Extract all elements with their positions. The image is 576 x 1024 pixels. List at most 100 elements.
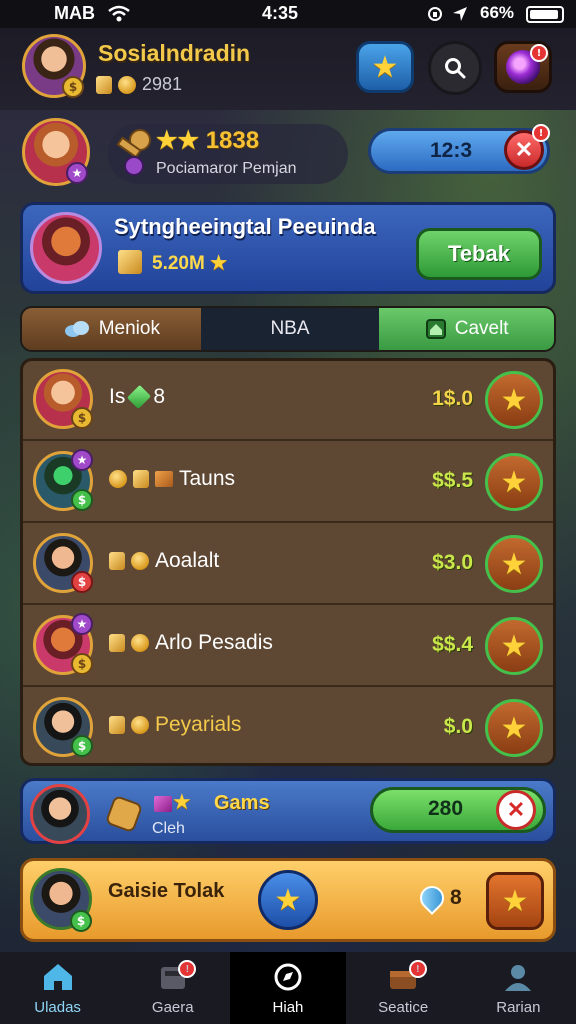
tab-nba[interactable]: NBA bbox=[200, 308, 380, 350]
coin-icon bbox=[131, 716, 149, 734]
gems-value: 280 bbox=[428, 797, 464, 820]
nav-item-home[interactable]: Uladas bbox=[0, 952, 115, 1024]
star-icon: ★ bbox=[274, 882, 302, 918]
banner-avatar bbox=[30, 212, 102, 284]
tab-cavelt[interactable]: Cavelt bbox=[379, 308, 554, 350]
tab-label: Meniok bbox=[98, 318, 160, 339]
list-item-name: Is 8 bbox=[109, 384, 166, 410]
cloud-icon bbox=[64, 321, 89, 337]
list-item-label: Is bbox=[109, 385, 126, 408]
coin-count: 2981 bbox=[142, 74, 183, 94]
star-icon: ★ bbox=[501, 883, 529, 919]
list-item-price: $.0 bbox=[443, 715, 473, 738]
nav-label: Uladas bbox=[34, 999, 81, 1016]
gems-subtitle: Cleh bbox=[152, 820, 185, 837]
list-item-label: Arlo Pesadis bbox=[155, 631, 273, 654]
tab-meniok[interactable]: Meniok bbox=[22, 308, 201, 350]
list-item-price: $3.0 bbox=[432, 551, 473, 574]
treasure-icon bbox=[133, 470, 149, 488]
favorites-button[interactable]: ★ bbox=[356, 41, 414, 93]
favorite-button[interactable]: ★ bbox=[485, 371, 543, 429]
list-item[interactable]: ★ $ Arlo Pesadis $$.4 ★ bbox=[23, 607, 553, 687]
online-badge-icon: $ bbox=[70, 910, 92, 932]
nav-item-seatice[interactable]: ! Seatice bbox=[346, 952, 461, 1024]
total-count-value: 8 bbox=[450, 886, 462, 909]
banner-title: Sytngheeingtal Peeuinda bbox=[114, 214, 376, 239]
star-icon: ★ bbox=[500, 464, 528, 500]
online-badge-icon: $ bbox=[71, 489, 93, 511]
notification-dot: ! bbox=[178, 960, 197, 978]
coin-icon bbox=[131, 552, 149, 570]
category-tabs: Meniok NBA Cavelt bbox=[20, 306, 556, 352]
treasure-icon bbox=[109, 634, 125, 652]
tab-label: Cavelt bbox=[454, 318, 509, 339]
notification-dot: ! bbox=[530, 44, 548, 62]
list-item[interactable]: $ Peyarials $.0 ★ bbox=[23, 689, 553, 763]
search-button[interactable] bbox=[428, 41, 482, 95]
home-box-icon bbox=[425, 319, 446, 339]
gems-title: Gams bbox=[214, 792, 270, 814]
nav-item-hiah[interactable]: Hiah bbox=[230, 952, 346, 1024]
scroll-icon bbox=[106, 796, 142, 832]
tebak-button[interactable]: Tebak bbox=[416, 228, 542, 280]
total-count: 8 bbox=[415, 881, 462, 915]
coin-badge-icon: $ bbox=[71, 407, 93, 429]
treasure-icon bbox=[96, 75, 112, 94]
rank-badge-icon: ★ bbox=[66, 162, 88, 184]
gem-icon bbox=[127, 384, 152, 410]
list-item-name: Tauns bbox=[109, 467, 235, 491]
crate-icon bbox=[155, 471, 173, 487]
battery-icon bbox=[526, 6, 564, 23]
water-drop-icon bbox=[415, 881, 449, 915]
total-favorite-button[interactable]: ★ bbox=[486, 872, 544, 930]
list-item-name: Arlo Pesadis bbox=[109, 631, 273, 655]
clock: 4:35 bbox=[262, 3, 299, 23]
star-icon: ★ bbox=[500, 382, 528, 418]
coin-balance: 2981 bbox=[96, 74, 182, 95]
coin-badge-icon: $ bbox=[62, 76, 84, 98]
wifi-icon bbox=[108, 5, 130, 22]
list-item-extra: 8 bbox=[153, 385, 166, 408]
treasure-icon bbox=[109, 552, 125, 570]
favorite-button[interactable]: ★ bbox=[485, 617, 543, 675]
list-item[interactable]: $ Aoalalt $3.0 ★ bbox=[23, 525, 553, 605]
close-gems-button[interactable]: ✕ bbox=[496, 790, 536, 830]
total-star-button[interactable]: ★ bbox=[258, 870, 318, 930]
nav-item-rarian[interactable]: Rarian bbox=[461, 952, 576, 1024]
nav-label: Gaera bbox=[151, 999, 194, 1016]
list-item-label: Tauns bbox=[179, 467, 236, 490]
carrier-label: MAB bbox=[54, 3, 95, 23]
list-item[interactable]: ★ $ Tauns $$.5 ★ bbox=[23, 443, 553, 523]
profile-icon bbox=[505, 965, 532, 991]
star-icon: ★ bbox=[371, 49, 399, 85]
star-icon: ★ bbox=[172, 790, 192, 815]
list-item-label: Aoalalt bbox=[155, 549, 220, 572]
favorite-button[interactable]: ★ bbox=[485, 453, 543, 511]
nav-item-gaera[interactable]: ! Gaera bbox=[115, 952, 230, 1024]
favorite-button[interactable]: ★ bbox=[485, 535, 543, 593]
list-item-price: $$.4 bbox=[432, 633, 473, 656]
treasure-icon bbox=[109, 716, 125, 734]
online-badge-icon: $ bbox=[71, 735, 93, 757]
list-item[interactable]: $ Is 8 1$.0 ★ bbox=[23, 361, 553, 441]
gold-stack-icon bbox=[118, 250, 142, 278]
key-icon bbox=[116, 129, 151, 176]
nav-label: Seatice bbox=[378, 999, 429, 1016]
banner-amount: 5.20M ★ bbox=[152, 252, 227, 275]
battery-percent: 66% bbox=[480, 3, 515, 22]
rank-badge-icon: ★ bbox=[71, 613, 93, 635]
favorite-button[interactable]: ★ bbox=[485, 699, 543, 757]
star-icon: ★★ bbox=[156, 127, 200, 154]
level-score: ★★ 1838 bbox=[156, 126, 259, 155]
player-list: $ Is 8 1$.0 ★ ★ $ Tauns $$.5 ★ $ Aoalalt… bbox=[20, 358, 556, 766]
nav-label: Rarian bbox=[496, 999, 541, 1016]
app-header bbox=[0, 28, 576, 110]
timer-notification-dot: ! bbox=[532, 124, 550, 142]
level-subtitle: Pociamaror Pemjan bbox=[156, 160, 297, 177]
search-icon bbox=[445, 58, 466, 79]
star-icon: ★ bbox=[210, 253, 228, 274]
notification-dot: ! bbox=[408, 960, 427, 978]
coin-icon bbox=[109, 470, 127, 488]
username: Sosialndradin bbox=[98, 40, 251, 66]
list-item-name: Aoalalt bbox=[109, 549, 219, 573]
